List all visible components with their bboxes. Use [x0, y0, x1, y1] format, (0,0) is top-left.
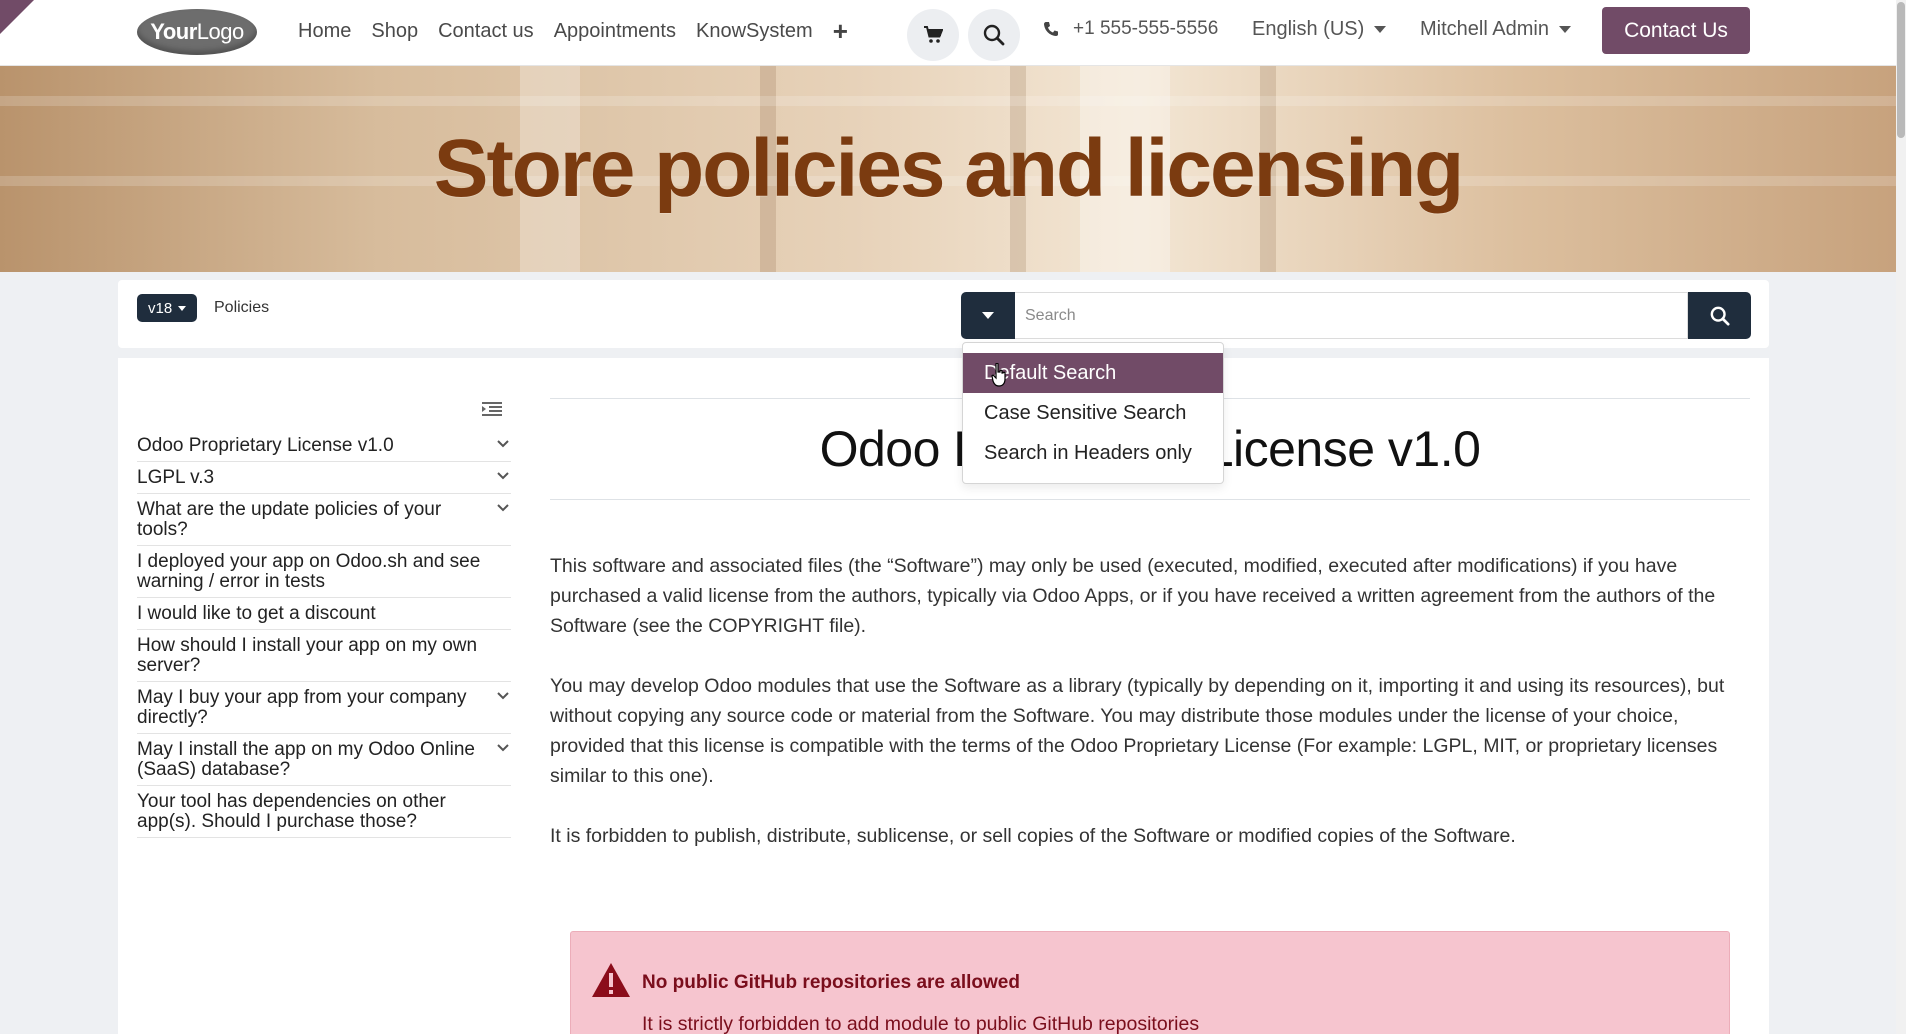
- logo-text-light: Logo: [196, 19, 244, 44]
- chevron-down-icon[interactable]: [497, 472, 509, 480]
- search-input[interactable]: [1015, 292, 1688, 339]
- site-logo[interactable]: Your Logo: [137, 9, 257, 55]
- toc-item-label: Your tool has dependencies on other app(…: [137, 791, 446, 832]
- logo-text-bold: Your: [150, 19, 197, 44]
- toc-item[interactable]: May I buy your app from your company dir…: [137, 682, 511, 734]
- search-icon: [983, 24, 1005, 46]
- chevron-down-icon[interactable]: [497, 744, 509, 752]
- phone-number: +1 555-555-5556: [1073, 18, 1219, 39]
- article-paragraph: You may develop Odoo modules that use th…: [550, 675, 1725, 787]
- search-icon: [1710, 306, 1730, 326]
- toc-item-label: Odoo Proprietary License v1.0: [137, 435, 394, 456]
- version-label: v18: [148, 299, 173, 317]
- hero-title: Store policies and licensing: [433, 123, 1465, 214]
- language-label: English (US): [1252, 18, 1365, 40]
- cart-button[interactable]: [907, 9, 959, 61]
- danger-alert: No public GitHub repositories are allowe…: [570, 931, 1730, 1034]
- breadcrumb[interactable]: Policies: [214, 299, 269, 317]
- toc-item-label: What are the update policies of your too…: [137, 499, 442, 540]
- cart-icon: [924, 26, 943, 43]
- main-menu: Home Shop Contact us Appointments KnowSy…: [288, 0, 858, 62]
- page-scrollbar[interactable]: [1896, 0, 1906, 1034]
- nav-link-shop[interactable]: Shop: [361, 20, 428, 43]
- chevron-down-icon[interactable]: [497, 692, 509, 700]
- list-indent-icon: [482, 402, 502, 416]
- toc-item[interactable]: Your tool has dependencies on other app(…: [137, 786, 511, 838]
- phone-icon: [1044, 22, 1058, 36]
- chevron-down-icon: [1374, 26, 1387, 33]
- divider: [550, 499, 1750, 500]
- nav-link-knowsystem[interactable]: KnowSystem: [686, 20, 823, 43]
- search-submit-button[interactable]: [1688, 292, 1751, 339]
- article-paragraph: It is forbidden to publish, distribute, …: [550, 825, 1516, 847]
- nav-link-home[interactable]: Home: [288, 20, 361, 43]
- top-navbar: Your Logo Home Shop Contact us Appointmen…: [0, 0, 1896, 66]
- chevron-down-icon: [1558, 26, 1571, 33]
- edit-corner-flag[interactable]: [0, 0, 34, 34]
- toc-toggle-button[interactable]: [482, 401, 502, 422]
- toc-item[interactable]: I would like to get a discount: [137, 598, 511, 630]
- plus-icon[interactable]: +: [823, 16, 858, 47]
- alert-text: It is strictly forbidden to add module t…: [642, 1013, 1200, 1034]
- toc-item-label: LGPL v.3: [137, 467, 215, 488]
- chevron-down-icon[interactable]: [497, 440, 509, 448]
- toc-item-label: May I install the app on my Odoo Online …: [137, 739, 475, 780]
- toc-item-label: I would like to get a discount: [137, 603, 376, 624]
- table-of-contents: Odoo Proprietary License v1.0 LGPL v.3 Wha…: [137, 430, 511, 838]
- nav-link-contact[interactable]: Contact us: [428, 20, 544, 43]
- main-content-card: Odoo Proprietary License v1.0 LGPL v.3 Wha…: [118, 358, 1769, 1034]
- warning-icon: [592, 963, 630, 997]
- scrollbar-thumb[interactable]: [1897, 2, 1905, 138]
- search-mode-toggle[interactable]: [961, 292, 1015, 339]
- toc-item[interactable]: I deployed your app on Odoo.sh and see w…: [137, 546, 511, 598]
- user-name: Mitchell Admin: [1420, 18, 1549, 40]
- alert-title: No public GitHub repositories are allowe…: [642, 972, 1020, 993]
- contact-us-button[interactable]: Contact Us: [1602, 7, 1750, 54]
- toc-item[interactable]: May I install the app on my Odoo Online …: [137, 734, 511, 786]
- search-mode-case-sensitive[interactable]: Case Sensitive Search: [963, 393, 1223, 433]
- article-paragraph: This software and associated files (the …: [550, 555, 1716, 637]
- toc-item-label: May I buy your app from your company dir…: [137, 687, 467, 728]
- user-menu[interactable]: Mitchell Admin: [1420, 18, 1571, 41]
- mouse-cursor-icon: [991, 363, 1006, 387]
- search-button[interactable]: [968, 9, 1020, 61]
- version-selector[interactable]: v18: [137, 294, 198, 322]
- search-bar-card: v18 Policies: [118, 280, 1769, 348]
- search-mode-headers-only[interactable]: Search in Headers only: [963, 433, 1223, 473]
- toc-item[interactable]: LGPL v.3: [137, 462, 511, 494]
- hero-banner: Store policies and licensing: [0, 66, 1896, 272]
- chevron-down-icon: [982, 312, 994, 319]
- chevron-down-icon[interactable]: [497, 504, 509, 512]
- toc-item-label: How should I install your app on my own …: [137, 635, 478, 676]
- phone-contact[interactable]: +1 555-555-5556: [1043, 18, 1218, 40]
- toc-item-label: I deployed your app on Odoo.sh and see w…: [137, 551, 481, 592]
- toc-item[interactable]: Odoo Proprietary License v1.0: [137, 430, 511, 462]
- language-selector[interactable]: English (US): [1252, 18, 1387, 41]
- chevron-down-icon: [178, 305, 187, 311]
- nav-link-appointments[interactable]: Appointments: [544, 20, 686, 43]
- toc-item[interactable]: What are the update policies of your too…: [137, 494, 511, 546]
- toc-item[interactable]: How should I install your app on my own …: [137, 630, 511, 682]
